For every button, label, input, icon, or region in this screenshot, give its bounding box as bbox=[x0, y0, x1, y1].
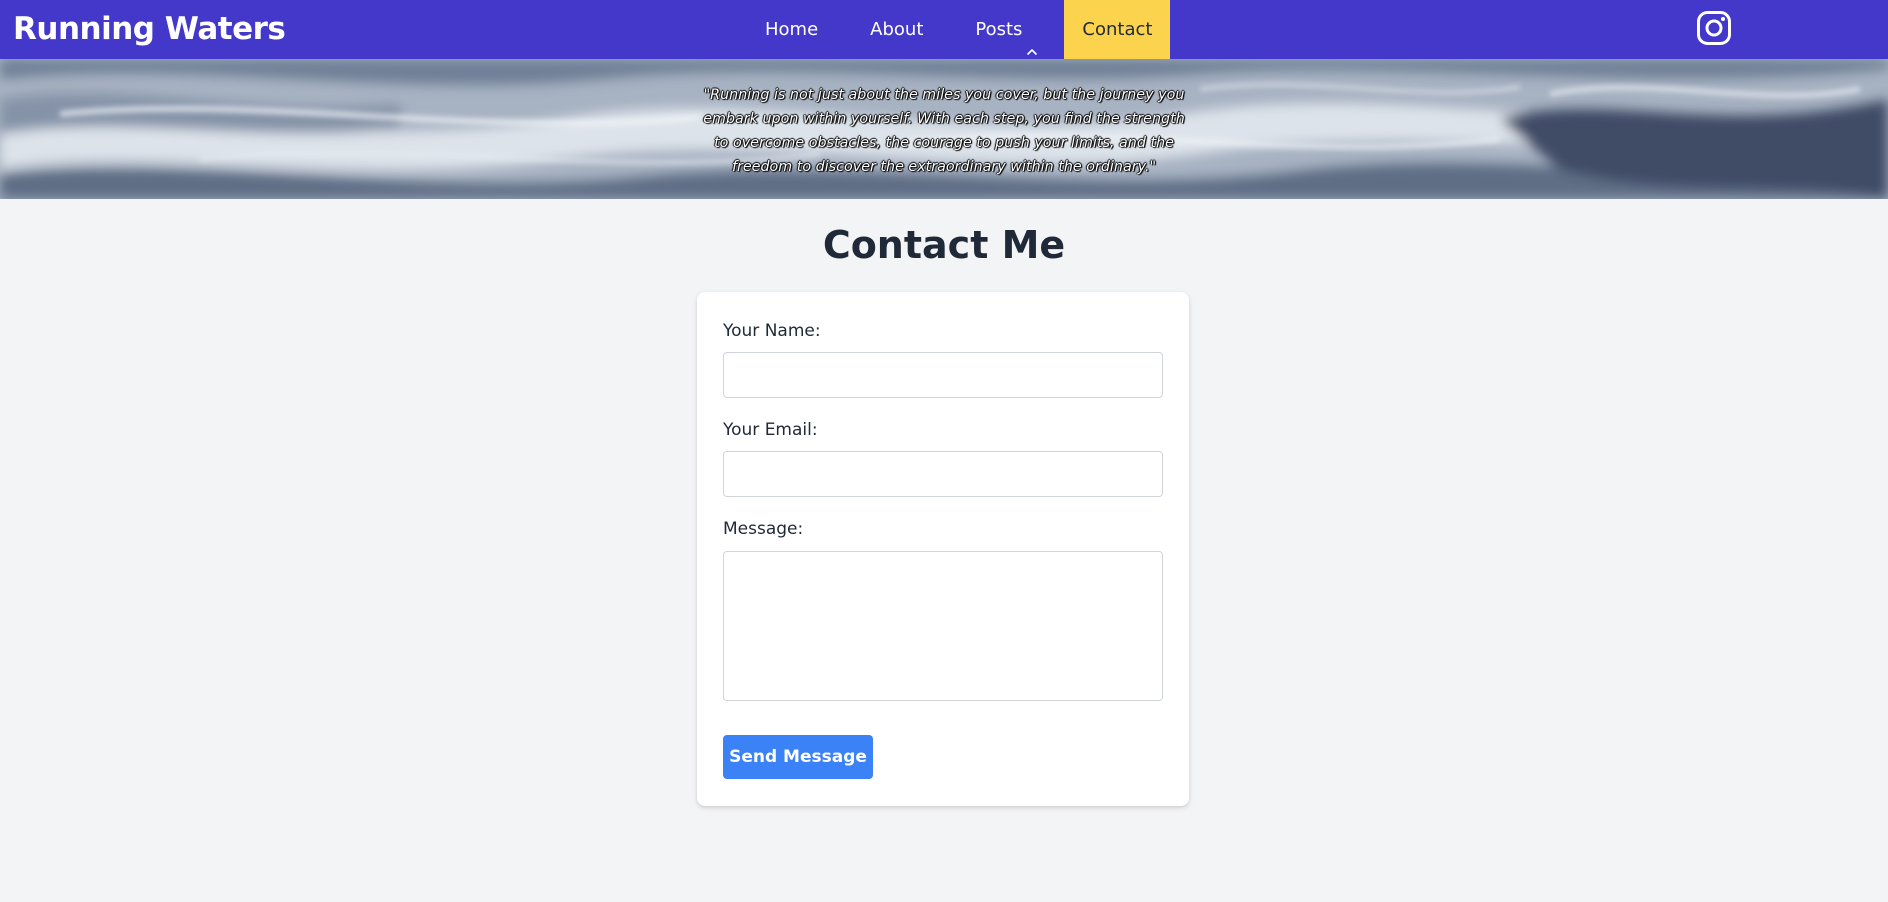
nav-item-home[interactable]: Home bbox=[739, 0, 844, 59]
chevron-up-icon bbox=[1026, 23, 1038, 55]
hero-quote: "Running is not just about the miles you… bbox=[703, 87, 1185, 175]
nav-item-about-label: About bbox=[870, 19, 924, 40]
nav-item-contact-label: Contact bbox=[1082, 19, 1153, 40]
send-message-button[interactable]: Send Message bbox=[723, 735, 873, 779]
page-title: Contact Me bbox=[822, 223, 1066, 267]
email-input[interactable] bbox=[723, 451, 1163, 497]
contact-form: Your Name: Your Email: Message: Send Mes… bbox=[697, 292, 1189, 806]
instagram-icon[interactable] bbox=[1696, 10, 1732, 46]
name-input[interactable] bbox=[723, 352, 1163, 398]
nav-item-posts[interactable]: Posts bbox=[949, 0, 1064, 59]
nav-links: Home About Posts Contact bbox=[739, 0, 1171, 59]
site-brand[interactable]: Running Waters bbox=[13, 0, 286, 59]
nav-item-about[interactable]: About bbox=[844, 0, 949, 59]
nav-item-posts-label: Posts bbox=[975, 19, 1023, 40]
name-label: Your Name: bbox=[723, 321, 821, 341]
nav-item-contact[interactable]: Contact bbox=[1064, 0, 1171, 59]
hero-banner: "Running is not just about the miles you… bbox=[0, 59, 1888, 199]
message-label: Message: bbox=[723, 519, 804, 539]
email-label: Your Email: bbox=[723, 420, 818, 440]
nav-item-home-label: Home bbox=[765, 19, 819, 40]
message-textarea[interactable] bbox=[723, 551, 1163, 701]
navbar: Running Waters Home About Posts Contact bbox=[0, 0, 1888, 59]
